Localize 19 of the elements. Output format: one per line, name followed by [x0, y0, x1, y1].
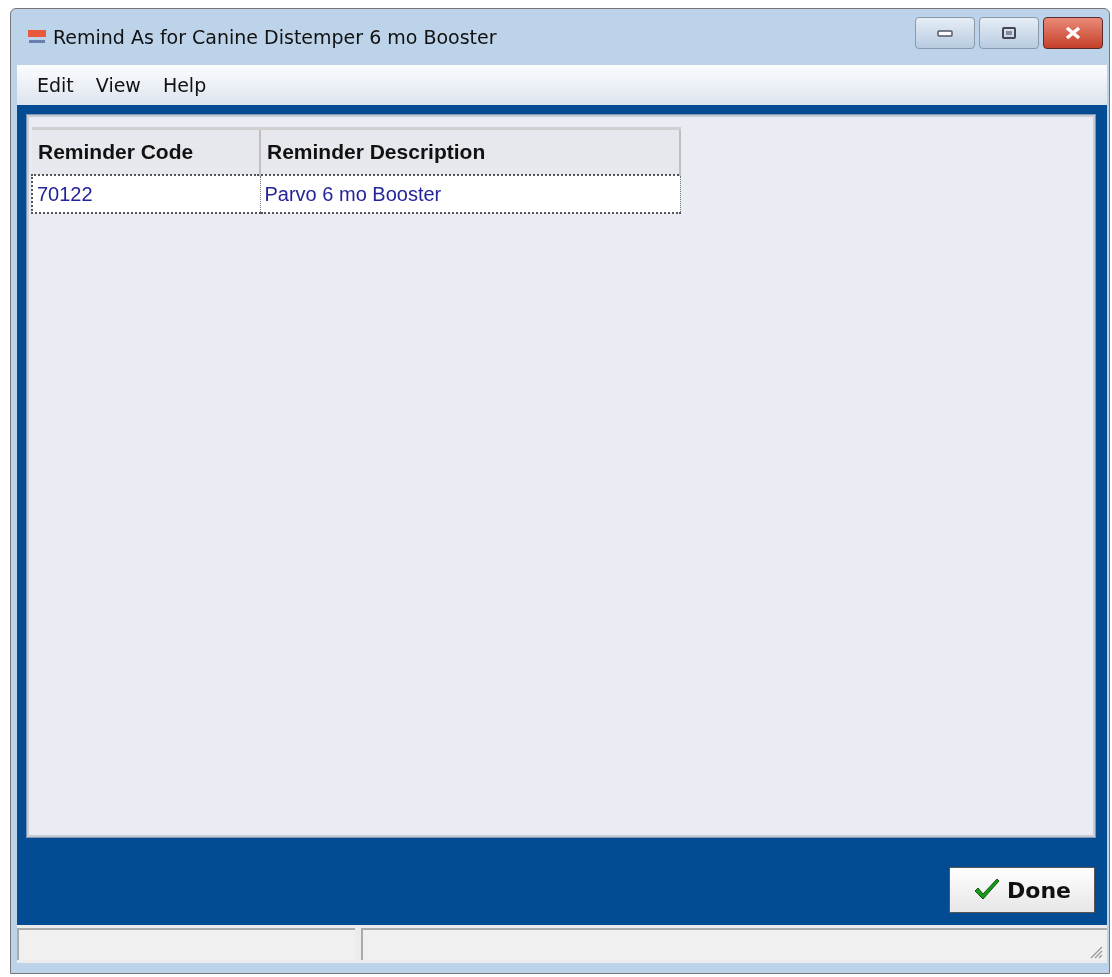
- table-cell: Parvo 6 mo Booster: [260, 175, 680, 213]
- minimize-icon: [937, 29, 953, 37]
- maximize-icon: [1001, 26, 1017, 40]
- menu-item[interactable]: Help: [152, 74, 219, 96]
- resize-grip-icon[interactable]: [1089, 945, 1103, 959]
- app-logo-icon: [27, 29, 47, 45]
- maximize-button[interactable]: [979, 17, 1039, 49]
- done-button[interactable]: Done: [949, 867, 1095, 913]
- minimize-button[interactable]: [915, 17, 975, 49]
- close-button[interactable]: [1043, 17, 1103, 49]
- table-row[interactable]: 70122 Parvo 6 mo Booster: [32, 175, 680, 213]
- window-title: Remind As for Canine Distemper 6 mo Booster: [53, 26, 497, 48]
- close-icon: [1064, 26, 1082, 40]
- menu-item[interactable]: Edit: [27, 74, 86, 96]
- column-header[interactable]: Reminder Code: [32, 128, 260, 175]
- column-header[interactable]: Reminder Description: [260, 128, 680, 175]
- table-cell: 70122: [32, 175, 260, 213]
- checkmark-icon: [973, 878, 1001, 902]
- menu-item[interactable]: View: [85, 74, 153, 96]
